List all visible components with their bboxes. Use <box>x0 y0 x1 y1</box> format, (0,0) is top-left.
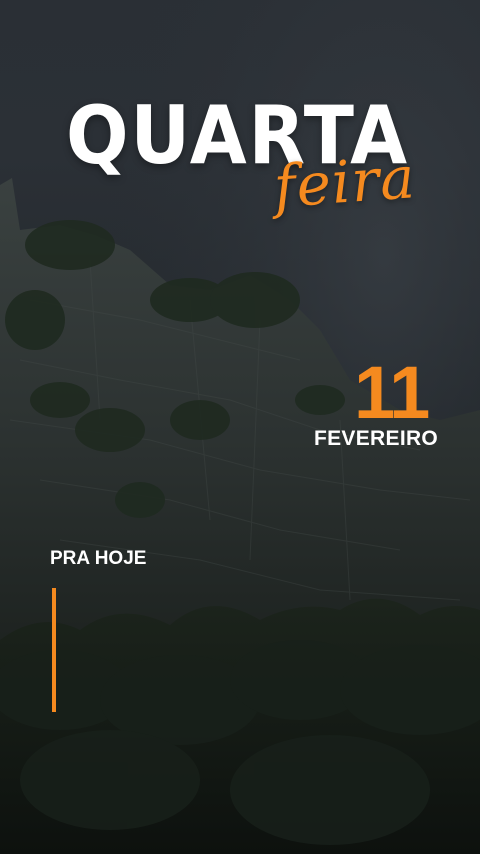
section-label: PRA HOJE <box>50 548 147 569</box>
weekday-suffix-script: feira <box>271 143 418 221</box>
date-month: FEVEREIRO <box>314 427 439 450</box>
accent-divider-line <box>52 588 56 712</box>
date-day: 11 <box>354 351 430 434</box>
story-canvas: QUARTA feira 11 FEVEREIRO PRA HOJE <box>0 0 480 854</box>
